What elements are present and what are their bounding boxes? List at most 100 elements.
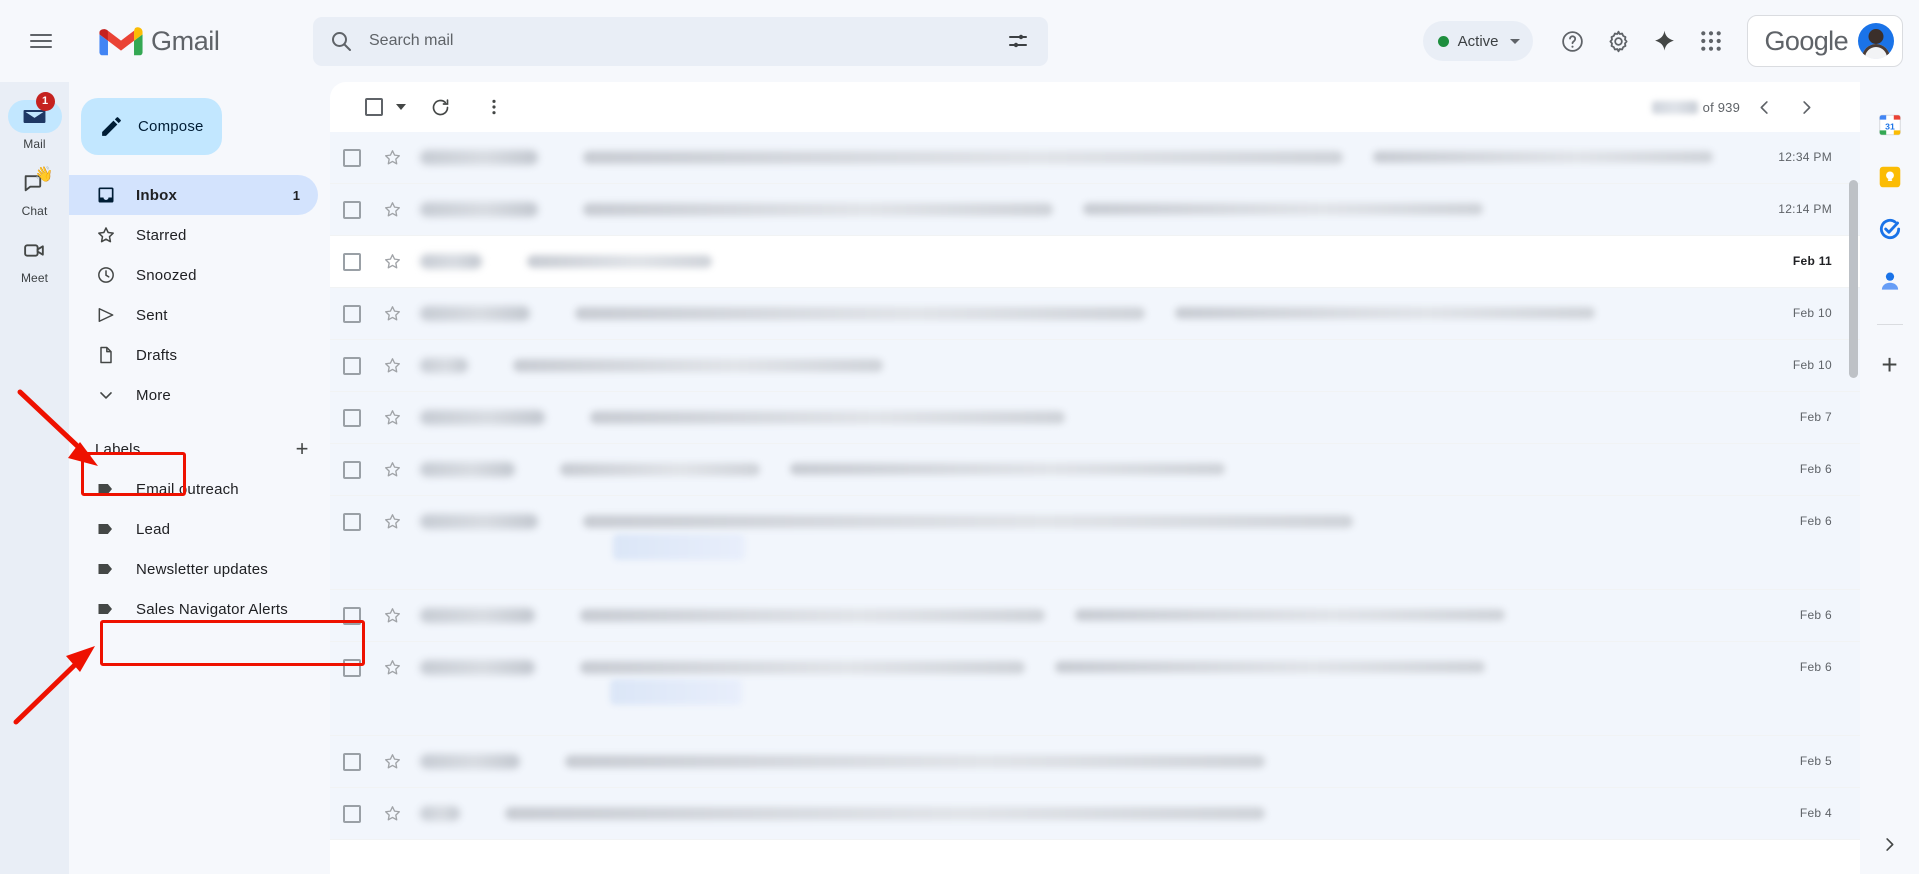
account-switcher[interactable]: Google <box>1746 15 1903 67</box>
status-badge[interactable]: Active <box>1422 21 1533 61</box>
chevron-down-icon[interactable] <box>396 104 406 110</box>
search-options-icon[interactable] <box>996 19 1040 63</box>
star-icon[interactable] <box>374 408 410 427</box>
star-icon[interactable] <box>374 804 410 823</box>
row-checkbox[interactable] <box>330 252 374 271</box>
table-row[interactable]: Feb 10 <box>330 288 1860 340</box>
rail-item-chat[interactable]: 👋 Chat <box>2 163 68 226</box>
attachment-chip-redacted[interactable] <box>610 679 742 705</box>
row-checkbox[interactable] <box>330 804 374 823</box>
checkbox-icon[interactable] <box>354 87 394 127</box>
rail-item-meet[interactable]: Meet <box>2 230 68 293</box>
help-question-icon[interactable] <box>1551 19 1595 63</box>
gmail-brand[interactable]: Gmail <box>99 25 279 58</box>
table-row[interactable]: Feb 7 <box>330 392 1860 444</box>
compose-button[interactable]: Compose <box>81 98 222 155</box>
table-row[interactable]: 12:34 PM <box>330 132 1860 184</box>
search-input[interactable] <box>363 32 996 50</box>
chevron-right-icon[interactable] <box>1872 826 1908 862</box>
label-tag-icon <box>95 599 116 620</box>
row-checkbox[interactable] <box>330 658 374 677</box>
row-checkbox[interactable] <box>330 512 374 531</box>
rail-label-mail: Mail <box>23 137 46 151</box>
sidebar-label-newsletter-updates[interactable]: Newsletter updates <box>69 549 318 589</box>
chevron-right-icon[interactable] <box>1788 89 1824 125</box>
hamburger-menu-icon[interactable] <box>17 17 65 65</box>
avatar[interactable] <box>1858 23 1894 59</box>
table-row[interactable]: Feb 5 <box>330 736 1860 788</box>
plus-icon[interactable]: + <box>286 433 318 465</box>
chevron-down-icon <box>1509 38 1520 44</box>
sidebar-item-drafts[interactable]: Drafts <box>69 335 318 375</box>
table-row[interactable]: 12:14 PM <box>330 184 1860 236</box>
gemini-sparkle-icon[interactable] <box>1643 19 1687 63</box>
table-row[interactable]: Feb 4 <box>330 788 1860 840</box>
sidebar-label-sales-navigator-alerts[interactable]: Sales Navigator Alerts <box>69 589 318 629</box>
gear-icon[interactable] <box>1597 19 1641 63</box>
row-checkbox[interactable] <box>330 606 374 625</box>
star-icon[interactable] <box>374 658 410 677</box>
sidebar-item-starred-label: Starred <box>136 226 187 244</box>
status-label: Active <box>1457 32 1499 50</box>
row-checkbox[interactable] <box>330 200 374 219</box>
sender-redacted <box>420 754 520 769</box>
subject-column <box>538 496 1764 560</box>
list-toolbar: of 939 <box>330 82 1860 132</box>
refresh-icon[interactable] <box>420 87 460 127</box>
sidebar-label-email-outreach[interactable]: Email outreach <box>69 469 318 509</box>
google-calendar-icon[interactable]: 31 <box>1877 112 1903 138</box>
sidebar-item-more[interactable]: More <box>69 375 318 415</box>
select-all-group[interactable] <box>346 87 406 127</box>
row-checkbox[interactable] <box>330 460 374 479</box>
sidebar-item-starred[interactable]: Starred <box>69 215 318 255</box>
star-icon[interactable] <box>374 512 410 531</box>
table-row[interactable]: Feb 6 <box>330 642 1860 736</box>
row-checkbox[interactable] <box>330 356 374 375</box>
star-icon[interactable] <box>374 752 410 771</box>
star-icon[interactable] <box>374 460 410 479</box>
sidebar-item-sent[interactable]: Sent <box>69 295 318 335</box>
svg-text:31: 31 <box>1885 121 1895 131</box>
mail-envelope-icon: 1 <box>7 92 62 133</box>
search-icon[interactable] <box>319 19 363 63</box>
star-icon[interactable] <box>374 148 410 167</box>
subject-redacted <box>505 807 1265 820</box>
table-row[interactable]: Feb 10 <box>330 340 1860 392</box>
star-icon[interactable] <box>374 200 410 219</box>
mail-unread-badge: 1 <box>35 92 55 111</box>
subject-redacted <box>527 255 712 268</box>
table-row[interactable]: Feb 11 <box>330 236 1860 288</box>
plus-icon[interactable]: + <box>1881 351 1897 379</box>
sidebar-label-lead[interactable]: Lead <box>69 509 318 549</box>
snippet-redacted <box>1175 307 1595 319</box>
row-checkbox[interactable] <box>330 304 374 323</box>
google-keep-icon[interactable] <box>1877 164 1903 190</box>
table-row[interactable]: Feb 6 <box>330 590 1860 642</box>
row-controls <box>330 736 520 787</box>
sidebar-item-inbox[interactable]: Inbox 1 <box>69 175 318 215</box>
sidebar-item-snoozed[interactable]: Snoozed <box>69 255 318 295</box>
star-icon[interactable] <box>374 606 410 625</box>
chevron-left-icon[interactable] <box>1746 89 1782 125</box>
google-contacts-icon[interactable] <box>1877 268 1903 294</box>
sidebar-item-inbox-count: 1 <box>292 187 300 203</box>
more-vertical-icon[interactable] <box>474 87 514 127</box>
row-checkbox[interactable] <box>330 408 374 427</box>
subject-redacted <box>583 515 1353 528</box>
table-row[interactable]: Feb 6 <box>330 496 1860 590</box>
rail-item-mail[interactable]: 1 Mail <box>2 92 68 159</box>
star-icon[interactable] <box>374 252 410 271</box>
row-checkbox[interactable] <box>330 148 374 167</box>
star-icon[interactable] <box>374 356 410 375</box>
google-apps-grid-icon[interactable] <box>1689 19 1733 63</box>
row-checkbox[interactable] <box>330 752 374 771</box>
google-tasks-icon[interactable] <box>1877 216 1903 242</box>
list-scrollbar[interactable] <box>1849 180 1858 378</box>
label-tag-icon <box>95 559 116 580</box>
row-controls <box>330 340 468 391</box>
search-bar[interactable] <box>313 16 1048 66</box>
attachment-chip-redacted[interactable] <box>613 534 745 560</box>
table-row[interactable]: Feb 6 <box>330 444 1860 496</box>
row-date: Feb 6 <box>1799 462 1832 476</box>
star-icon[interactable] <box>374 304 410 323</box>
